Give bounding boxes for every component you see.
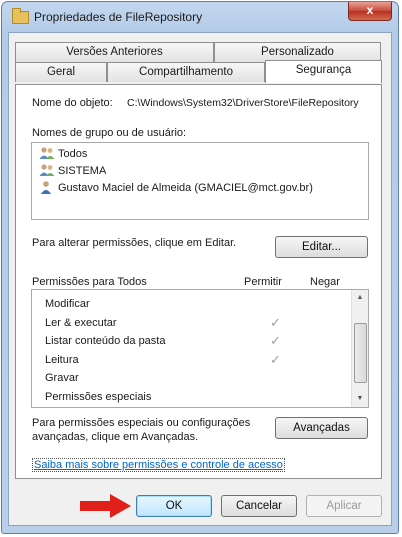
permission-row: Permissões especiais	[45, 388, 151, 406]
window-title: Propriedades de FileRepository	[34, 10, 203, 24]
red-arrow-icon	[80, 494, 131, 518]
deny-column-header: Negar	[310, 276, 340, 288]
permission-name: Ler & executar	[45, 316, 117, 329]
advanced-button[interactable]: Avançadas	[275, 417, 368, 439]
title-bar[interactable]: Propriedades de FileRepository x	[2, 2, 398, 32]
tab-geral[interactable]: Geral	[15, 62, 107, 82]
advanced-instruction-line2: avançadas, clique em Avançadas.	[32, 431, 199, 443]
groups-label: Nomes de grupo ou de usuário:	[32, 127, 187, 139]
permission-row: Gravar	[45, 369, 79, 387]
permission-row: Leitura ✓	[45, 351, 281, 369]
advanced-instruction-line1: Para permissões especiais ou configuraçõ…	[32, 417, 251, 429]
list-item-gustavo[interactable]: Gustavo Maciel de Almeida (GMACIEL@mct.g…	[39, 180, 313, 197]
close-button[interactable]: x	[348, 2, 392, 21]
ok-button[interactable]: OK	[136, 495, 212, 517]
permission-name: Modificar	[45, 298, 90, 310]
permissions-header: Permissões para Todos	[32, 276, 147, 288]
scroll-up-icon[interactable]: ▲	[352, 290, 368, 306]
permission-name: Leitura	[45, 353, 79, 366]
scrollbar[interactable]: ▲ ▼	[351, 290, 368, 407]
allow-check-icon: ✓	[270, 351, 281, 367]
permissions-list[interactable]: Modificar Ler & executar ✓ Listar conteúdo …	[31, 289, 369, 408]
user-icon	[41, 181, 51, 194]
permission-row: Modificar	[45, 295, 90, 313]
edit-instruction: Para alterar permissões, clique em Edita…	[32, 237, 237, 249]
permission-row: Listar conteúdo da pasta ✓	[45, 332, 281, 350]
tab-seguranca[interactable]: Segurança	[265, 60, 382, 83]
list-item-sistema[interactable]: SISTEMA	[39, 163, 106, 180]
edit-button[interactable]: Editar...	[275, 236, 368, 258]
permission-row: Ler & executar ✓	[45, 314, 281, 332]
object-name-label: Nome do objeto:	[32, 97, 113, 109]
tab-compartilhamento[interactable]: Compartilhamento	[107, 62, 265, 82]
scrollbar-thumb[interactable]	[354, 323, 367, 383]
apply-button[interactable]: Aplicar	[306, 495, 382, 517]
allow-check-icon: ✓	[270, 314, 281, 330]
group-name: Todos	[58, 148, 88, 160]
help-link[interactable]: Saiba mais sobre permissões e controle d…	[32, 458, 285, 472]
group-name: SISTEMA	[58, 165, 107, 177]
scroll-down-icon[interactable]: ▼	[352, 391, 368, 407]
permission-name: Listar conteúdo da pasta	[45, 335, 166, 347]
folder-icon	[12, 8, 29, 24]
permission-name: Permissões especiais	[45, 390, 152, 403]
users-group-icon	[39, 164, 55, 176]
list-item-todos[interactable]: Todos	[39, 146, 87, 163]
user-name: Gustavo Maciel de Almeida (GMACIEL@mct.g…	[58, 182, 313, 194]
cancel-button[interactable]: Cancelar	[221, 495, 297, 517]
groups-list[interactable]: Todos SISTEMA Gustavo Maciel de Almeida …	[31, 142, 369, 220]
tab-versoes-anteriores[interactable]: Versões Anteriores	[15, 42, 214, 62]
object-name-value: C:\Windows\System32\DriverStore\FileRepo…	[127, 97, 359, 109]
tab-personalizado[interactable]: Personalizado	[214, 42, 381, 62]
allow-column-header: Permitir	[244, 276, 282, 288]
users-group-icon	[39, 147, 55, 159]
allow-check-icon: ✓	[270, 333, 281, 348]
permission-name: Gravar	[45, 372, 79, 384]
